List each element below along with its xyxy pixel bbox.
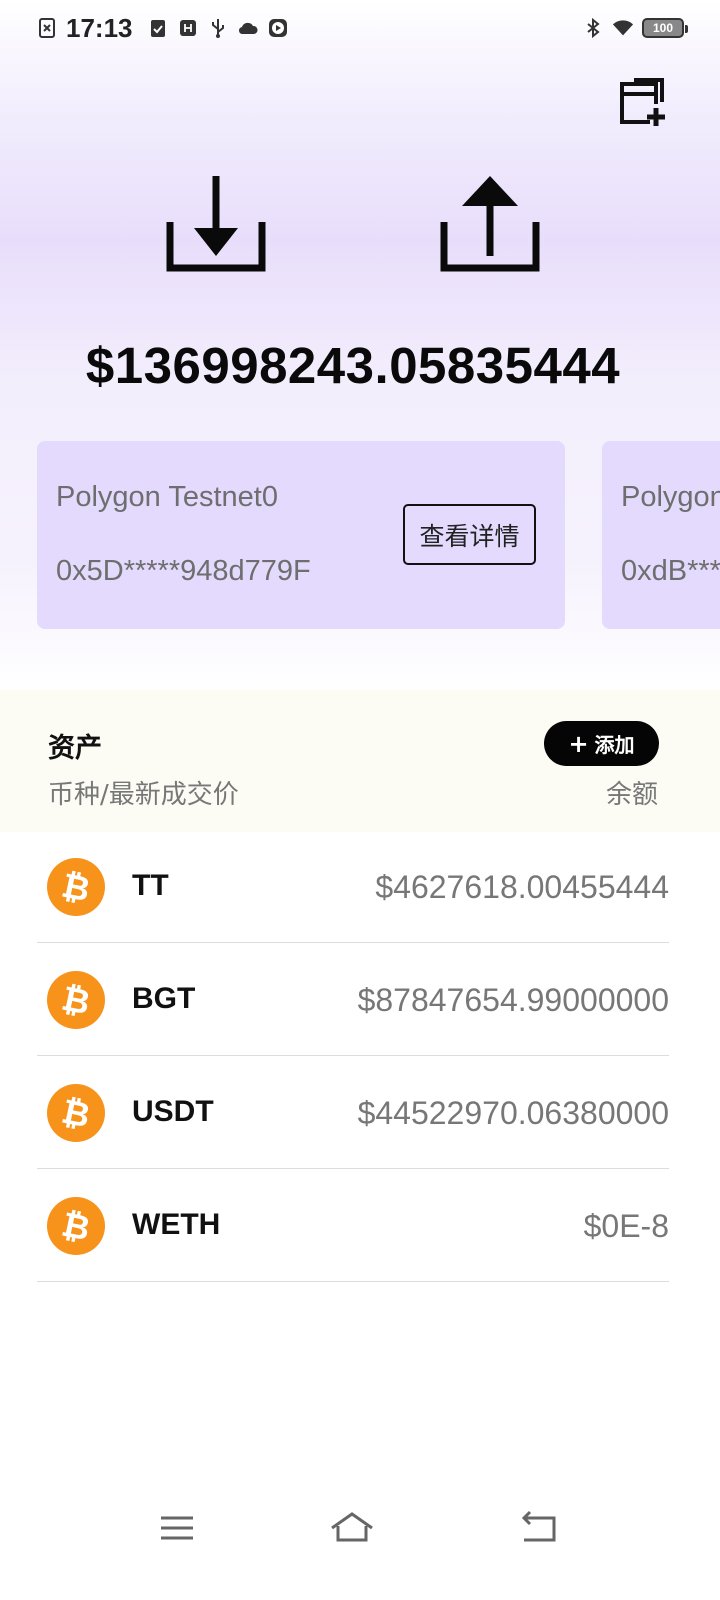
assets-subtitle: 币种/最新成交价 [48, 780, 239, 810]
asset-value: $4627618.00455444 [375, 869, 669, 905]
assets-header: 资产 币种/最新成交价 余额 + 添加 [0, 690, 720, 832]
balance-column-label: 余额 [605, 780, 658, 810]
asset-symbol: WETH [132, 1208, 221, 1241]
asset-value: $87847654.99000000 [357, 982, 669, 1018]
add-wallet-icon[interactable] [616, 76, 668, 128]
asset-row-usdt[interactable]: ₿ USDT $44522970.06380000 [37, 1056, 669, 1169]
usb-icon [211, 19, 224, 38]
view-details-button[interactable]: 查看详情 [403, 504, 536, 565]
total-balance: $136998243.05835444 [85, 337, 621, 394]
asset-row-tt[interactable]: ₿ TT $4627618.00455444 [37, 830, 669, 943]
wallet-screen: 17:13 100 $136998243.05835444 Polygon Te… [0, 0, 720, 1600]
clock-time: 17:13 [66, 12, 133, 43]
asset-value: $0E-8 [583, 1208, 669, 1244]
bitcoin-icon: ₿ [47, 1084, 105, 1142]
account-card[interactable]: Polygon Testnet0 0x5D*****948d779F 查看详情 [37, 441, 565, 629]
system-nav-bar [0, 1496, 720, 1560]
send-icon[interactable] [438, 172, 542, 276]
bitcoin-icon: ₿ [47, 971, 105, 1029]
status-bar: 17:13 100 [0, 0, 720, 56]
wallet-address: 0xdB***** [621, 555, 720, 587]
wifi-icon [612, 20, 634, 36]
back-icon[interactable] [514, 1504, 562, 1552]
wallet-address: 0x5D*****948d779F [56, 555, 311, 587]
asset-symbol: BGT [132, 982, 196, 1015]
receive-icon[interactable] [164, 172, 268, 276]
battery-level: 100 [652, 21, 674, 35]
status-right: 100 [582, 17, 688, 39]
status-left: 17:13 [36, 13, 289, 44]
add-asset-button[interactable]: + 添加 [544, 721, 659, 766]
asset-row-weth[interactable]: ₿ WETH $0E-8 [37, 1169, 669, 1282]
menu-icon[interactable] [153, 1504, 201, 1552]
asset-list: ₿ TT $4627618.00455444 ₿ BGT $87847654.9… [37, 830, 669, 1282]
home-icon[interactable] [328, 1504, 376, 1552]
battery-indicator: 100 [642, 18, 688, 38]
bitcoin-icon: ₿ [47, 1197, 105, 1255]
add-asset-label: 添加 [594, 733, 635, 757]
usb-debug-icon [179, 20, 196, 36]
clipboard-check-icon [150, 20, 165, 37]
asset-symbol: USDT [132, 1095, 214, 1128]
play-icon [268, 19, 287, 37]
account-card-next[interactable]: Polygon Testnet1 0xdB***** [602, 441, 720, 629]
notification-x-icon [39, 18, 55, 38]
asset-row-bgt[interactable]: ₿ BGT $87847654.99000000 [37, 943, 669, 1056]
asset-symbol: TT [132, 869, 169, 902]
cloud-icon [238, 22, 258, 35]
network-name: Polygon Testnet0 [56, 481, 278, 513]
asset-value: $44522970.06380000 [357, 1095, 669, 1131]
plus-icon: + [568, 729, 589, 758]
assets-title: 资产 [48, 733, 102, 764]
network-name: Polygon Testnet1 [621, 481, 720, 513]
bluetooth-icon [587, 17, 600, 39]
bitcoin-icon: ₿ [47, 858, 105, 916]
